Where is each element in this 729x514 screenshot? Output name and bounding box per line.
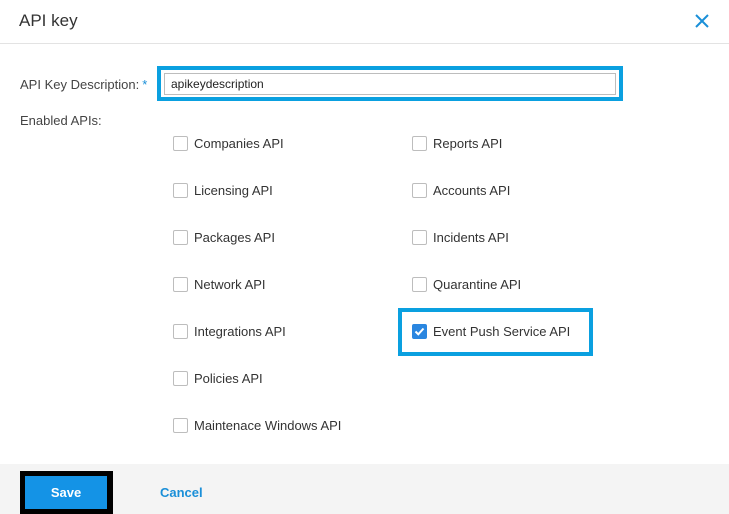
api-option-label: Integrations API bbox=[194, 324, 286, 339]
description-highlight bbox=[157, 66, 623, 101]
api-option-label: Packages API bbox=[194, 230, 275, 245]
checkbox[interactable] bbox=[173, 230, 188, 245]
checkbox[interactable] bbox=[173, 418, 188, 433]
dialog-title: API key bbox=[19, 11, 78, 30]
api-option-label: Quarantine API bbox=[433, 277, 522, 292]
api-option-label: Accounts API bbox=[433, 183, 511, 198]
checkbox[interactable] bbox=[412, 183, 427, 198]
description-input[interactable] bbox=[164, 73, 616, 95]
description-label: API Key Description: * bbox=[20, 77, 147, 92]
dialog-header: API key bbox=[0, 0, 729, 44]
api-option-label: Policies API bbox=[194, 371, 263, 386]
api-option-label: Companies API bbox=[194, 136, 284, 151]
checkmark-icon bbox=[414, 327, 425, 336]
api-option-label: Licensing API bbox=[194, 183, 273, 198]
checkbox[interactable] bbox=[173, 183, 188, 198]
checkbox[interactable] bbox=[412, 277, 427, 292]
api-option-label: Incidents API bbox=[433, 230, 509, 245]
api-option-label: Reports API bbox=[433, 136, 503, 151]
checkbox[interactable] bbox=[412, 230, 427, 245]
checkbox[interactable] bbox=[412, 136, 427, 151]
close-icon[interactable] bbox=[695, 14, 713, 32]
api-option-label: Event Push Service API bbox=[433, 324, 571, 339]
checkbox[interactable] bbox=[173, 136, 188, 151]
required-marker: * bbox=[142, 77, 148, 92]
checkbox[interactable] bbox=[173, 371, 188, 386]
api-option-label: Network API bbox=[194, 277, 266, 292]
description-label-text: API Key Description: bbox=[20, 77, 140, 92]
checkbox[interactable] bbox=[173, 277, 188, 292]
enabled-apis-label: Enabled APIs: bbox=[20, 113, 102, 128]
save-button[interactable]: Save bbox=[25, 476, 107, 509]
checkbox-checked[interactable] bbox=[412, 324, 427, 339]
cancel-button[interactable]: Cancel bbox=[160, 485, 203, 500]
api-option-label: Maintenace Windows API bbox=[194, 418, 342, 433]
checkbox[interactable] bbox=[173, 324, 188, 339]
